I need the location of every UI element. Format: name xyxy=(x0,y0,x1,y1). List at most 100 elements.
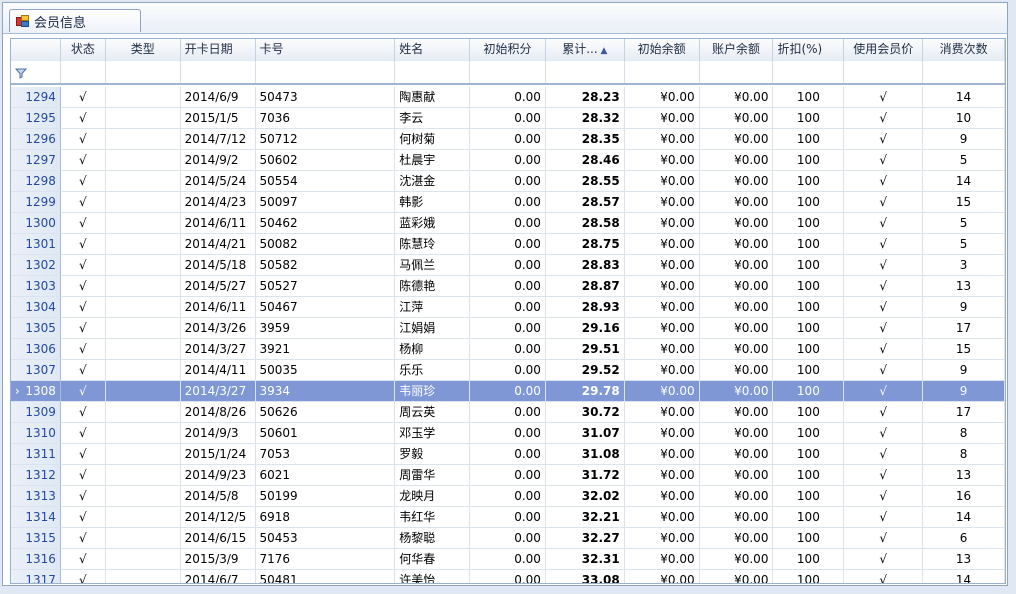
filter-cell-card-no[interactable] xyxy=(256,61,396,83)
cell-total[interactable]: 31.08 xyxy=(545,444,625,465)
cell-account-balance[interactable]: ¥0.00 xyxy=(699,87,774,108)
column-header-init-points[interactable]: 初始积分 xyxy=(470,39,546,61)
cell-init-points[interactable]: 0.00 xyxy=(470,528,546,549)
cell-account-balance[interactable]: ¥0.00 xyxy=(699,486,774,507)
cell-use-member-price[interactable]: √ xyxy=(844,87,924,108)
cell-card-no[interactable]: 50082 xyxy=(255,234,396,255)
cell-account-balance[interactable]: ¥0.00 xyxy=(699,108,774,129)
cell-visit-count[interactable]: 9 xyxy=(923,381,1005,402)
cell-init-points[interactable]: 0.00 xyxy=(470,171,546,192)
cell-name[interactable]: 邓玉学 xyxy=(395,423,471,444)
table-row[interactable]: 1312 √ 2014/9/23 6021 周雷华 0.00 31.72 ¥0.00 ¥0.00… xyxy=(11,465,1005,486)
cell-open-date[interactable]: 2014/4/21 xyxy=(180,234,256,255)
cell-open-date[interactable]: 2014/4/23 xyxy=(180,192,256,213)
cell-account-balance[interactable]: ¥0.00 xyxy=(699,171,774,192)
cell-card-no[interactable]: 50453 xyxy=(255,528,396,549)
table-row[interactable]: 1316 √ 2015/3/9 7176 何华春 0.00 32.31 ¥0.00 ¥0.00 1… xyxy=(11,549,1005,570)
cell-type[interactable] xyxy=(105,444,181,465)
cell-visit-count[interactable]: 14 xyxy=(923,570,1005,583)
cell-open-date[interactable]: 2014/6/11 xyxy=(180,213,256,234)
column-header-type[interactable]: 类型 xyxy=(106,39,181,61)
cell-account-balance[interactable]: ¥0.00 xyxy=(699,423,774,444)
cell-total[interactable]: 32.27 xyxy=(545,528,625,549)
cell-init-balance[interactable]: ¥0.00 xyxy=(624,402,700,423)
cell-card-no[interactable]: 50467 xyxy=(255,297,396,318)
cell-init-points[interactable]: 0.00 xyxy=(470,507,546,528)
cell-total[interactable]: 28.32 xyxy=(545,108,625,129)
row-header[interactable]: 1317 xyxy=(11,570,61,583)
cell-open-date[interactable]: 2014/9/2 xyxy=(180,150,256,171)
cell-card-no[interactable]: 50035 xyxy=(255,360,396,381)
cell-status[interactable]: √ xyxy=(60,465,106,486)
cell-discount[interactable]: 100 xyxy=(773,297,845,318)
cell-card-no[interactable]: 50199 xyxy=(255,486,396,507)
cell-total[interactable]: 31.72 xyxy=(545,465,625,486)
cell-open-date[interactable]: 2014/5/18 xyxy=(180,255,256,276)
cell-init-balance[interactable]: ¥0.00 xyxy=(624,339,700,360)
cell-total[interactable]: 28.87 xyxy=(545,276,625,297)
cell-open-date[interactable]: 2014/9/23 xyxy=(180,465,256,486)
cell-init-points[interactable]: 0.00 xyxy=(470,192,546,213)
cell-total[interactable]: 32.02 xyxy=(545,486,625,507)
cell-open-date[interactable]: 2014/6/15 xyxy=(180,528,256,549)
cell-visit-count[interactable]: 14 xyxy=(923,507,1005,528)
column-header-status[interactable]: 状态 xyxy=(61,39,106,61)
table-row[interactable]: 1306 √ 2014/3/27 3921 杨柳 0.00 29.51 ¥0.00 ¥0.00 1… xyxy=(11,339,1005,360)
row-header[interactable]: 1316 xyxy=(11,549,61,570)
cell-open-date[interactable]: 2015/3/9 xyxy=(180,549,256,570)
cell-total[interactable]: 29.51 xyxy=(545,339,625,360)
cell-use-member-price[interactable]: √ xyxy=(844,255,924,276)
cell-open-date[interactable]: 2014/12/5 xyxy=(180,507,256,528)
cell-status[interactable]: √ xyxy=(60,129,106,150)
row-header[interactable]: 1303 xyxy=(11,276,61,297)
column-header-account-balance[interactable]: 账户余额 xyxy=(700,39,774,61)
row-header[interactable]: 1297 xyxy=(11,150,61,171)
cell-use-member-price[interactable]: √ xyxy=(844,108,924,129)
table-row[interactable]: 1309 √ 2014/8/26 50626 周云英 0.00 30.72 ¥0.00 ¥0.0… xyxy=(11,402,1005,423)
cell-name[interactable]: 龙映月 xyxy=(395,486,471,507)
cell-card-no[interactable]: 50712 xyxy=(255,129,396,150)
row-header[interactable]: › 1308 xyxy=(11,381,61,402)
cell-init-points[interactable]: 0.00 xyxy=(470,570,546,583)
cell-name[interactable]: 乐乐 xyxy=(395,360,471,381)
cell-type[interactable] xyxy=(105,129,181,150)
cell-type[interactable] xyxy=(105,276,181,297)
cell-discount[interactable]: 100 xyxy=(773,192,845,213)
cell-use-member-price[interactable]: √ xyxy=(844,402,924,423)
cell-discount[interactable]: 100 xyxy=(773,339,845,360)
cell-status[interactable]: √ xyxy=(60,297,106,318)
cell-total[interactable]: 29.52 xyxy=(545,360,625,381)
cell-type[interactable] xyxy=(105,171,181,192)
cell-use-member-price[interactable]: √ xyxy=(844,129,924,150)
cell-visit-count[interactable]: 3 xyxy=(923,255,1005,276)
filter-cell-visit-count[interactable] xyxy=(923,61,1005,83)
row-header[interactable]: 1313 xyxy=(11,486,61,507)
row-header[interactable]: 1305 xyxy=(11,318,61,339)
cell-status[interactable]: √ xyxy=(60,381,106,402)
cell-type[interactable] xyxy=(105,465,181,486)
cell-account-balance[interactable]: ¥0.00 xyxy=(699,318,774,339)
cell-name[interactable]: 陈慧玲 xyxy=(395,234,471,255)
cell-name[interactable]: 马佩兰 xyxy=(395,255,471,276)
cell-account-balance[interactable]: ¥0.00 xyxy=(699,339,774,360)
cell-visit-count[interactable]: 9 xyxy=(923,129,1005,150)
cell-use-member-price[interactable]: √ xyxy=(844,528,924,549)
filter-cell-type[interactable] xyxy=(106,61,181,83)
cell-total[interactable]: 29.78 xyxy=(545,381,625,402)
cell-total[interactable]: 32.31 xyxy=(545,549,625,570)
cell-discount[interactable]: 100 xyxy=(773,108,845,129)
cell-account-balance[interactable]: ¥0.00 xyxy=(699,129,774,150)
cell-init-balance[interactable]: ¥0.00 xyxy=(624,171,700,192)
column-header-use-member-price[interactable]: 使用会员价 xyxy=(844,39,924,61)
cell-status[interactable]: √ xyxy=(60,423,106,444)
cell-open-date[interactable]: 2014/7/12 xyxy=(180,129,256,150)
filter-cell-total[interactable] xyxy=(546,61,625,83)
table-row[interactable]: 1313 √ 2014/5/8 50199 龙映月 0.00 32.02 ¥0.00 ¥0.00… xyxy=(11,486,1005,507)
cell-init-balance[interactable]: ¥0.00 xyxy=(624,465,700,486)
cell-use-member-price[interactable]: √ xyxy=(844,213,924,234)
cell-use-member-price[interactable]: √ xyxy=(844,423,924,444)
cell-discount[interactable]: 100 xyxy=(773,465,845,486)
cell-init-points[interactable]: 0.00 xyxy=(470,297,546,318)
cell-name[interactable]: 李云 xyxy=(395,108,471,129)
cell-discount[interactable]: 100 xyxy=(773,507,845,528)
